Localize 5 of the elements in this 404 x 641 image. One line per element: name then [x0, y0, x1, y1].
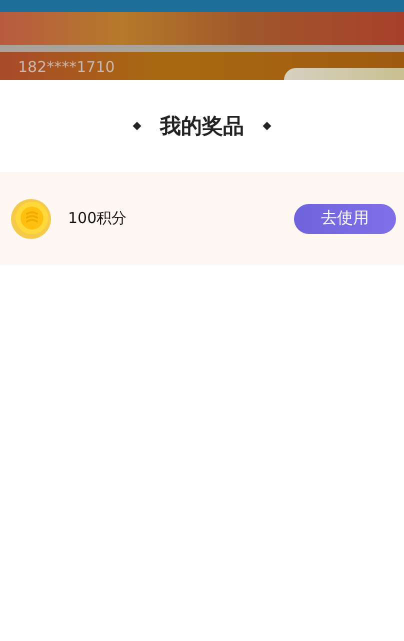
prize-name: 100积分	[68, 209, 128, 228]
use-button[interactable]: 去使用	[294, 204, 396, 234]
coin-icon	[10, 198, 52, 240]
sheet-title: 我的奖品	[160, 113, 244, 140]
phone-number: 182****1710	[18, 59, 115, 78]
